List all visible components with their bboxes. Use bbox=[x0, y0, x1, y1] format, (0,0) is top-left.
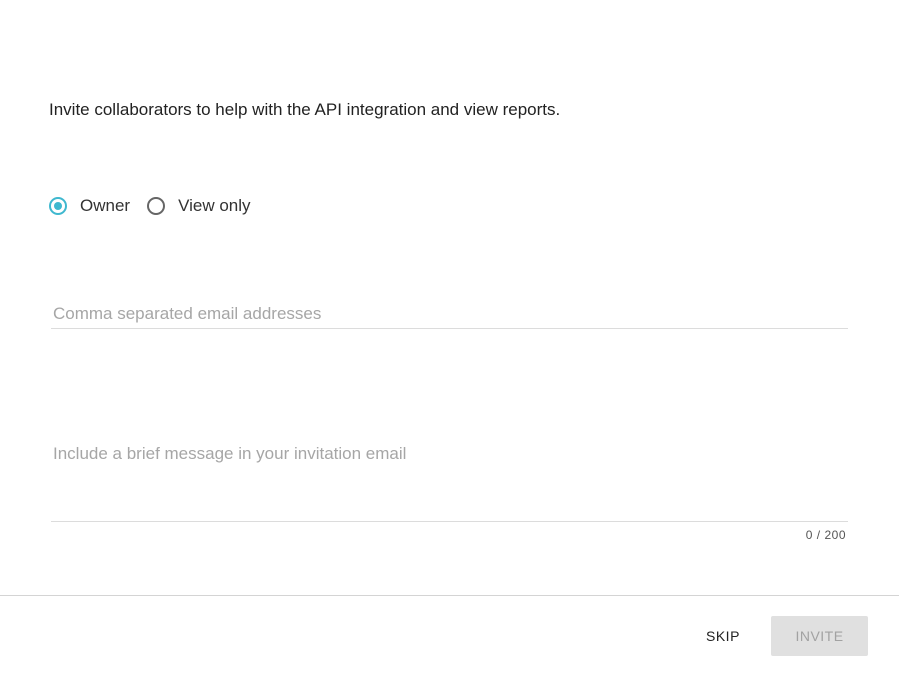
role-option-label: View only bbox=[178, 196, 251, 215]
invite-button[interactable]: INVITE bbox=[771, 616, 868, 656]
email-field-container bbox=[51, 301, 848, 329]
role-option-view-only[interactable]: View only bbox=[147, 196, 251, 216]
character-counter: 0 / 200 bbox=[805, 528, 846, 542]
message-field[interactable] bbox=[51, 443, 848, 513]
skip-button[interactable]: SKIP bbox=[690, 616, 754, 656]
radio-unchecked-icon[interactable] bbox=[147, 197, 166, 215]
radio-checked-icon[interactable] bbox=[49, 197, 67, 215]
role-option-label: Owner bbox=[80, 196, 131, 215]
email-field[interactable] bbox=[51, 301, 848, 327]
intro-text: Invite collaborators to help with the AP… bbox=[49, 100, 561, 119]
footer-divider bbox=[0, 595, 899, 596]
message-field-container bbox=[51, 443, 848, 522]
role-radio-group: Owner View only bbox=[49, 194, 268, 218]
role-option-owner[interactable]: Owner bbox=[49, 196, 130, 216]
